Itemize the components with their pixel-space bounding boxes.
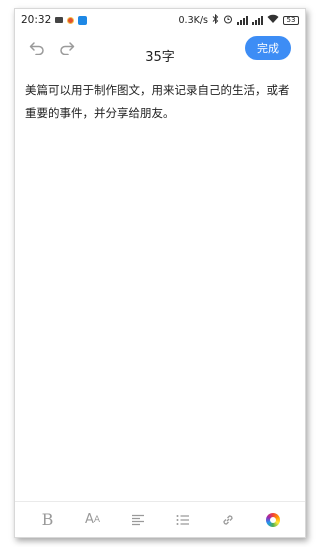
status-time: 20:32 bbox=[21, 14, 52, 26]
font-size-icon[interactable]: AA bbox=[81, 508, 105, 532]
list-icon[interactable] bbox=[171, 508, 195, 532]
wifi-icon bbox=[267, 14, 279, 27]
notification-dot-icon bbox=[67, 16, 75, 24]
editor-text-area[interactable]: 美篇可以用于制作图文，用来记录自己的生活，或者重要的事件，并分享给朋友。 bbox=[15, 65, 305, 125]
font-size-large-label: A bbox=[84, 512, 94, 527]
message-icon bbox=[55, 17, 64, 23]
align-icon[interactable] bbox=[126, 508, 150, 532]
status-right: 0.3K/s 53 bbox=[178, 13, 299, 27]
signal-icon bbox=[252, 15, 263, 25]
color-wheel bbox=[265, 512, 280, 527]
editor-text[interactable]: 美篇可以用于制作图文，用来记录自己的生活，或者重要的事件，并分享给朋友。 bbox=[25, 79, 295, 125]
signal-icon bbox=[237, 15, 248, 25]
format-toolbar: B AA bbox=[15, 501, 305, 537]
bluetooth-icon bbox=[212, 13, 219, 27]
network-speed: 0.3K/s bbox=[178, 14, 209, 26]
done-button[interactable]: 完成 bbox=[245, 36, 291, 60]
status-left: 20:32 bbox=[21, 14, 88, 26]
color-icon[interactable] bbox=[261, 508, 285, 532]
undo-icon[interactable] bbox=[29, 41, 45, 55]
app-notification-icon bbox=[78, 15, 88, 25]
status-bar: 20:32 0.3K/s 53 bbox=[15, 9, 305, 31]
history-controls bbox=[29, 41, 75, 55]
font-size-small-label: A bbox=[93, 514, 101, 525]
phone-screen: 20:32 0.3K/s 53 完成 35字 美篇可以用于制作图文，用来记录自己… bbox=[14, 8, 306, 538]
battery-icon: 53 bbox=[283, 15, 299, 25]
bold-icon[interactable]: B bbox=[36, 508, 60, 532]
alarm-icon bbox=[223, 14, 233, 27]
char-count: 35字 bbox=[145, 50, 175, 65]
redo-icon[interactable] bbox=[59, 41, 75, 55]
link-icon[interactable] bbox=[216, 508, 240, 532]
